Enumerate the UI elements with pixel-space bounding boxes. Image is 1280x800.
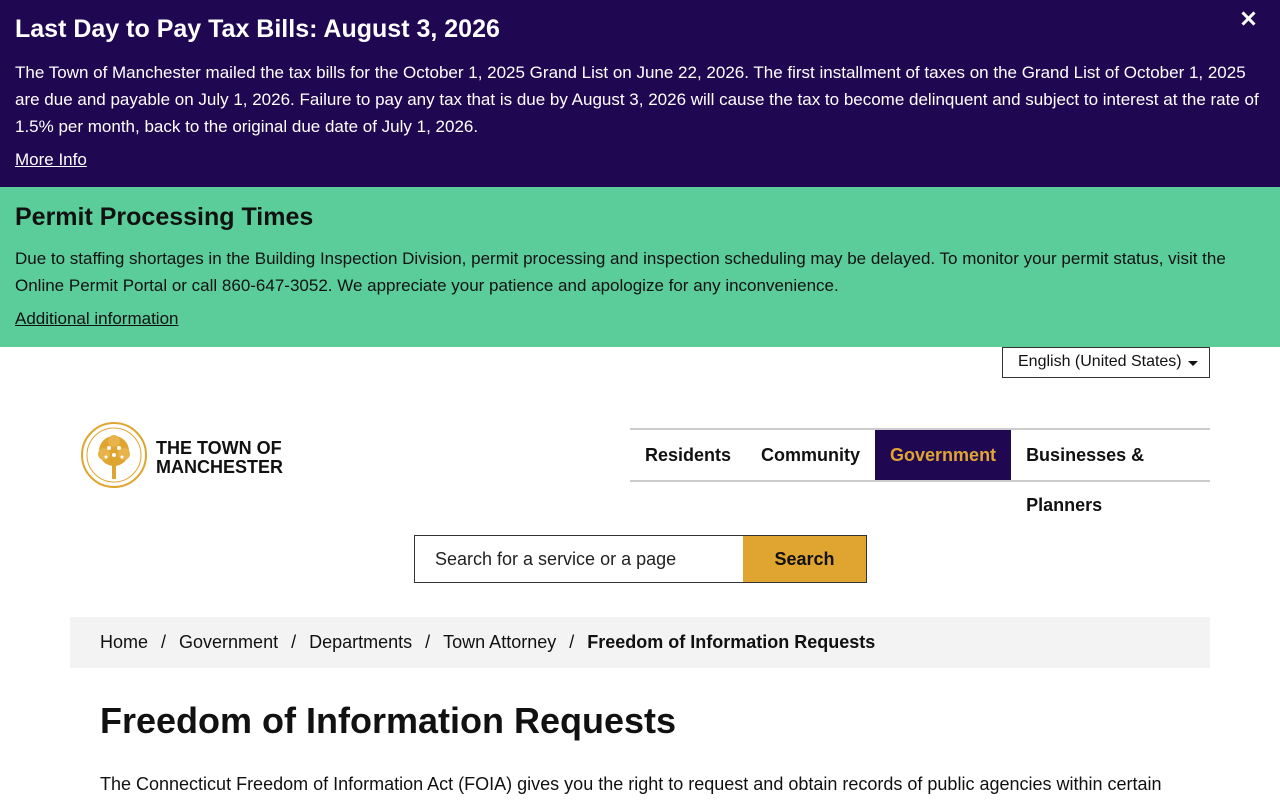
page-intro: The Connecticut Freedom of Information A… — [100, 774, 1162, 794]
logo-line-2: MANCHESTER — [156, 457, 284, 477]
permit-alert-banner: Permit Processing Times Due to staffing … — [0, 187, 1280, 347]
logo-text: THE TOWN OF MANCHESTER — [156, 439, 283, 477]
nav-item-community[interactable]: Community — [746, 430, 875, 480]
language-selected-value: English (United States) — [1018, 353, 1182, 370]
breadcrumb-home[interactable]: Home — [100, 632, 148, 653]
breadcrumb-separator: / — [291, 632, 297, 652]
caret-down-icon — [1188, 361, 1198, 366]
logo-line-1: THE TOWN OF — [156, 438, 282, 458]
tax-alert-body: The Town of Manchester mailed the tax bi… — [15, 63, 1259, 136]
page-title: Freedom of Information Requests — [100, 700, 677, 741]
breadcrumb-separator: / — [161, 632, 167, 652]
breadcrumb-separator: / — [569, 632, 575, 652]
close-icon[interactable] — [1237, 6, 1261, 30]
permit-alert-body: Due to staffing shortages in the Buildin… — [15, 249, 1226, 295]
tax-alert-title: Last Day to Pay Tax Bills: August 3, 202… — [15, 15, 500, 43]
tax-alert-banner: Last Day to Pay Tax Bills: August 3, 202… — [0, 0, 1280, 187]
permit-alert-title: Permit Processing Times — [15, 203, 314, 231]
tax-alert-more-info-link[interactable]: More Info — [15, 150, 87, 170]
nav-item-government[interactable]: Government — [875, 430, 1012, 480]
main-nav: Residents Community Government Businesse… — [630, 428, 1210, 515]
nav-item-residents[interactable]: Residents — [630, 430, 746, 480]
breadcrumb: Home / Government / Departments / Town A… — [70, 617, 1210, 668]
search-button[interactable]: Search — [743, 536, 866, 582]
breadcrumb-separator: / — [425, 632, 431, 652]
search-input[interactable] — [415, 536, 743, 582]
permit-alert-additional-info-link[interactable]: Additional information — [15, 309, 178, 329]
breadcrumb-government[interactable]: Government — [179, 632, 278, 653]
site-logo[interactable]: THE TOWN OF MANCHESTER — [80, 421, 290, 491]
nav-item-businesses-planners[interactable]: Businesses & Planners — [1011, 430, 1210, 515]
breadcrumb-departments[interactable]: Departments — [309, 632, 412, 653]
site-search: Search — [414, 535, 867, 583]
breadcrumb-town-attorney[interactable]: Town Attorney — [443, 632, 556, 653]
breadcrumb-current: Freedom of Information Requests — [587, 632, 876, 652]
language-select[interactable]: English (United States) — [1002, 347, 1210, 378]
town-seal-icon — [81, 422, 147, 488]
